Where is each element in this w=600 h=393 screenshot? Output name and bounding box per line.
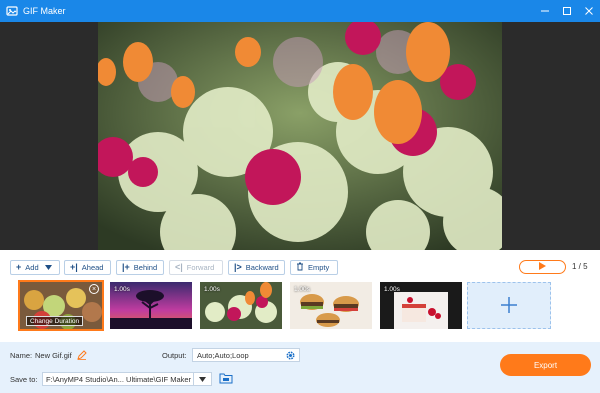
save-to-label: Save to: xyxy=(10,375,38,384)
name-label: Name: xyxy=(10,351,33,360)
move-forward-icon: <| xyxy=(175,262,183,272)
play-button[interactable] xyxy=(519,260,566,274)
ahead-button-label: Ahead xyxy=(81,263,104,272)
forward-button-label: Forward xyxy=(186,263,215,272)
maximize-icon[interactable] xyxy=(556,0,578,22)
move-backward-icon: |> xyxy=(234,262,242,272)
page-indicator: 1 / 5 xyxy=(572,262,588,271)
clip-duration: 1.00s xyxy=(294,286,310,293)
preview-image xyxy=(98,22,502,250)
plus-icon: + xyxy=(16,262,22,272)
timeline-clip[interactable]: 1.00s xyxy=(200,282,282,329)
file-name-value: New Gif.gif xyxy=(35,351,72,360)
output-value: Auto;Auto;Loop xyxy=(197,350,249,360)
trash-icon xyxy=(296,262,304,273)
add-media-button[interactable] xyxy=(467,282,551,329)
timeline-clip[interactable]: 1.00s xyxy=(380,282,462,329)
plus-icon xyxy=(500,296,518,316)
empty-button-label: Empty xyxy=(308,263,330,272)
save-path-value: F:\AnyMP4 Studio\An... Ultimate\GIF Make… xyxy=(46,374,192,384)
window-title: GIF Maker xyxy=(23,6,66,16)
timeline-clip[interactable]: 1.00s xyxy=(110,282,192,329)
close-icon[interactable] xyxy=(578,0,600,22)
remove-clip-icon[interactable]: × xyxy=(89,284,99,294)
backward-button-label: Backward xyxy=(245,263,279,272)
edit-icon[interactable] xyxy=(77,350,87,362)
behind-button-label: Behind xyxy=(133,263,158,272)
folder-icon[interactable] xyxy=(219,372,233,384)
clip-duration: 1.00s xyxy=(384,286,400,293)
gear-icon[interactable] xyxy=(285,350,296,363)
add-button[interactable]: + Add xyxy=(10,260,60,275)
insert-ahead-icon: +| xyxy=(70,262,78,272)
chevron-down-icon[interactable] xyxy=(44,263,52,272)
output-label: Output: xyxy=(162,351,187,360)
backward-button[interactable]: |> Backward xyxy=(228,260,285,275)
minimize-icon[interactable] xyxy=(534,0,556,22)
save-path-select[interactable]: F:\AnyMP4 Studio\An... Ultimate\GIF Make… xyxy=(42,372,212,386)
behind-button[interactable]: |+ Behind xyxy=(116,260,164,275)
forward-button[interactable]: <| Forward xyxy=(169,260,223,275)
timeline-clip[interactable]: 1.00s xyxy=(290,282,372,329)
preview-area xyxy=(0,22,600,250)
timeline-clip[interactable]: × Change Duration xyxy=(18,280,104,331)
change-duration-button[interactable]: Change Duration xyxy=(26,316,84,326)
chevron-down-icon[interactable] xyxy=(193,373,211,385)
clip-duration: 1.00s xyxy=(114,286,130,293)
output-settings-field[interactable]: Auto;Auto;Loop xyxy=(192,348,300,362)
timeline: × Change Duration 1.00s 1.00s 1.00s 1.00… xyxy=(0,280,600,342)
title-bar: GIF Maker xyxy=(0,0,600,22)
insert-behind-icon: |+ xyxy=(122,262,130,272)
export-button[interactable]: Export xyxy=(500,354,591,376)
empty-button[interactable]: Empty xyxy=(290,260,338,275)
add-button-label: Add xyxy=(25,263,39,272)
gif-maker-app-icon xyxy=(6,5,18,17)
play-icon xyxy=(539,262,546,272)
ahead-button[interactable]: +| Ahead xyxy=(64,260,111,275)
clip-duration: 1.00s xyxy=(204,286,220,293)
edit-toolbar: + Add +| Ahead |+ Behind <| Forward |> B… xyxy=(0,250,600,280)
bottom-panel: Name: New Gif.gif Output: Auto;Auto;Loop… xyxy=(0,342,600,393)
